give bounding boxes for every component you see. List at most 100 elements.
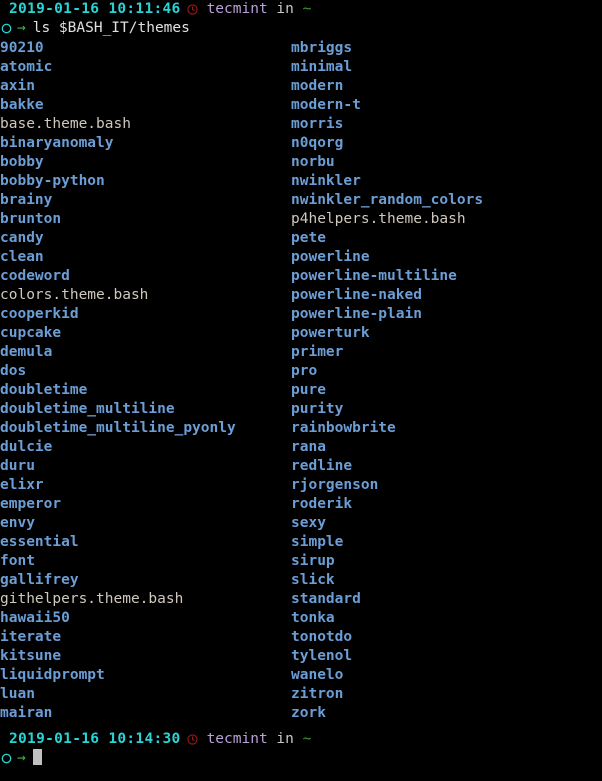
ls-row: brainy nwinkler_random_colors [0, 191, 602, 210]
ls-directory-entry: brunton [0, 211, 62, 227]
circle-icon [1, 751, 12, 770]
ls-row: doubletime_multiline purity [0, 400, 602, 419]
ls-directory-entry: emperor [0, 496, 62, 512]
ls-directory-entry: mbriggs [291, 40, 353, 56]
ls-row: mairan zork [0, 704, 602, 723]
ls-row: luan zitron [0, 685, 602, 704]
ls-row: clean powerline [0, 248, 602, 267]
ls-file-entry: p4helpers.theme.bash [291, 211, 466, 227]
ls-directory-entry: envy [0, 515, 35, 531]
ls-row: colors.theme.bash powerline-naked [0, 286, 602, 305]
ls-directory-entry: minimal [291, 59, 353, 75]
ls-directory-entry: elixr [0, 477, 44, 493]
ls-directory-entry: slick [291, 572, 335, 588]
ls-row: cupcake powerturk [0, 324, 602, 343]
ls-row: atomic minimal [0, 58, 602, 77]
ls-directory-entry: wanelo [291, 667, 344, 683]
ls-row: codeword powerline-multiline [0, 267, 602, 286]
ls-directory-entry: liquidprompt [0, 667, 105, 683]
ls-row: font sirup [0, 552, 602, 571]
ls-directory-entry: luan [0, 686, 35, 702]
prompt-command-line-bottom[interactable]: → [0, 749, 602, 768]
prompt-timestamp-bottom: 2019-01-16 10:14:30 [9, 731, 181, 747]
prompt-arrow-bottom: → [17, 750, 26, 766]
ls-directory-entry: nwinkler_random_colors [291, 192, 484, 208]
ls-directory-entry: pure [291, 382, 326, 398]
ls-row: cooperkid powerline-plain [0, 305, 602, 324]
ls-directory-entry: morris [291, 116, 344, 132]
ls-directory-entry: tonka [291, 610, 335, 626]
ls-directory-entry: demula [0, 344, 53, 360]
ls-row: emperor roderik [0, 495, 602, 514]
ls-row: bakke modern-t [0, 96, 602, 115]
ls-directory-entry: sirup [291, 553, 335, 569]
prompt-info-line-bottom: 2019-01-16 10:14:30 tecmint in ~ [0, 730, 602, 749]
ls-row: liquidprompt wanelo [0, 666, 602, 685]
ls-file-entry: githelpers.theme.bash [0, 591, 184, 607]
ls-directory-entry: powerline-naked [291, 287, 422, 303]
ls-directory-entry: standard [291, 591, 361, 607]
ls-row: 90210 mbriggs [0, 39, 602, 58]
ls-directory-entry: duru [0, 458, 35, 474]
prompt-block-bottom: 2019-01-16 10:14:30 tecmint in ~ → [0, 730, 602, 768]
ls-row: demula primer [0, 343, 602, 362]
prompt-in-word-bottom: in [276, 731, 294, 747]
ls-directory-entry: bobby [0, 154, 44, 170]
ls-directory-entry: axin [0, 78, 35, 94]
ls-directory-entry: tylenol [291, 648, 353, 664]
ls-directory-entry: candy [0, 230, 44, 246]
prompt-path-top: ~ [302, 1, 312, 17]
ls-directory-entry: dulcie [0, 439, 53, 455]
ls-directory-entry: rana [291, 439, 326, 455]
ls-row: elixr rjorgenson [0, 476, 602, 495]
ls-row: dos pro [0, 362, 602, 381]
prompt-command-line-top[interactable]: → ls $BASH_IT/themes [0, 19, 602, 38]
ls-row: doubletime_multiline_pyonly rainbowbrite [0, 419, 602, 438]
ls-directory-entry: roderik [291, 496, 353, 512]
ls-directory-entry: cooperkid [0, 306, 79, 322]
ls-directory-entry: redline [291, 458, 353, 474]
text-cursor [32, 749, 42, 765]
ls-row: kitsune tylenol [0, 647, 602, 666]
ls-directory-entry: pro [291, 363, 318, 379]
prompt-user-top: tecmint [206, 1, 268, 17]
ls-directory-entry: sexy [291, 515, 326, 531]
ls-directory-entry: kitsune [0, 648, 62, 664]
ls-directory-entry: clean [0, 249, 44, 265]
ls-row: iterate tonotdo [0, 628, 602, 647]
ls-row: doubletime pure [0, 381, 602, 400]
prompt-arrow-top: → [17, 20, 26, 36]
ls-output-listing: 90210 mbriggs atomic minimal axin modern bakke… [0, 38, 602, 723]
command-text-top: ls $BASH_IT/themes [32, 20, 190, 36]
ls-directory-entry: iterate [0, 629, 62, 645]
ls-directory-entry: zork [291, 705, 326, 721]
ls-directory-entry: powerline-plain [291, 306, 422, 322]
ls-row: base.theme.bash morris [0, 115, 602, 134]
ls-directory-entry: purity [291, 401, 344, 417]
ls-directory-entry: powerline-multiline [291, 268, 457, 284]
ls-row: essential simple [0, 533, 602, 552]
ls-row: axin modern [0, 77, 602, 96]
terminal-window[interactable]: 2019-01-16 10:11:46 tecmint in ~ → ls $BAS… [0, 0, 602, 781]
prompt-timestamp-top: 2019-01-16 10:11:46 [9, 1, 181, 17]
ls-row: bobby norbu [0, 153, 602, 172]
ls-row: dulcie rana [0, 438, 602, 457]
ls-row: hawaii50 tonka [0, 609, 602, 628]
prompt-path-bottom: ~ [302, 731, 312, 747]
ls-row: brunton p4helpers.theme.bash [0, 210, 602, 229]
ls-directory-entry: rainbowbrite [291, 420, 396, 436]
ls-row: githelpers.theme.bash standard [0, 590, 602, 609]
ls-directory-entry: nwinkler [291, 173, 361, 189]
ls-directory-entry: font [0, 553, 35, 569]
ls-directory-entry: cupcake [0, 325, 62, 341]
ls-directory-entry: primer [291, 344, 344, 360]
ls-directory-entry: brainy [0, 192, 53, 208]
ls-row: binaryanomaly n0qorg [0, 134, 602, 153]
ls-file-entry: colors.theme.bash [0, 287, 149, 303]
ls-directory-entry: powerturk [291, 325, 370, 341]
prompt-user-bottom: tecmint [206, 731, 268, 747]
ls-directory-entry: atomic [0, 59, 53, 75]
ls-directory-entry: dos [0, 363, 27, 379]
ls-row: duru redline [0, 457, 602, 476]
ls-directory-entry: simple [291, 534, 344, 550]
